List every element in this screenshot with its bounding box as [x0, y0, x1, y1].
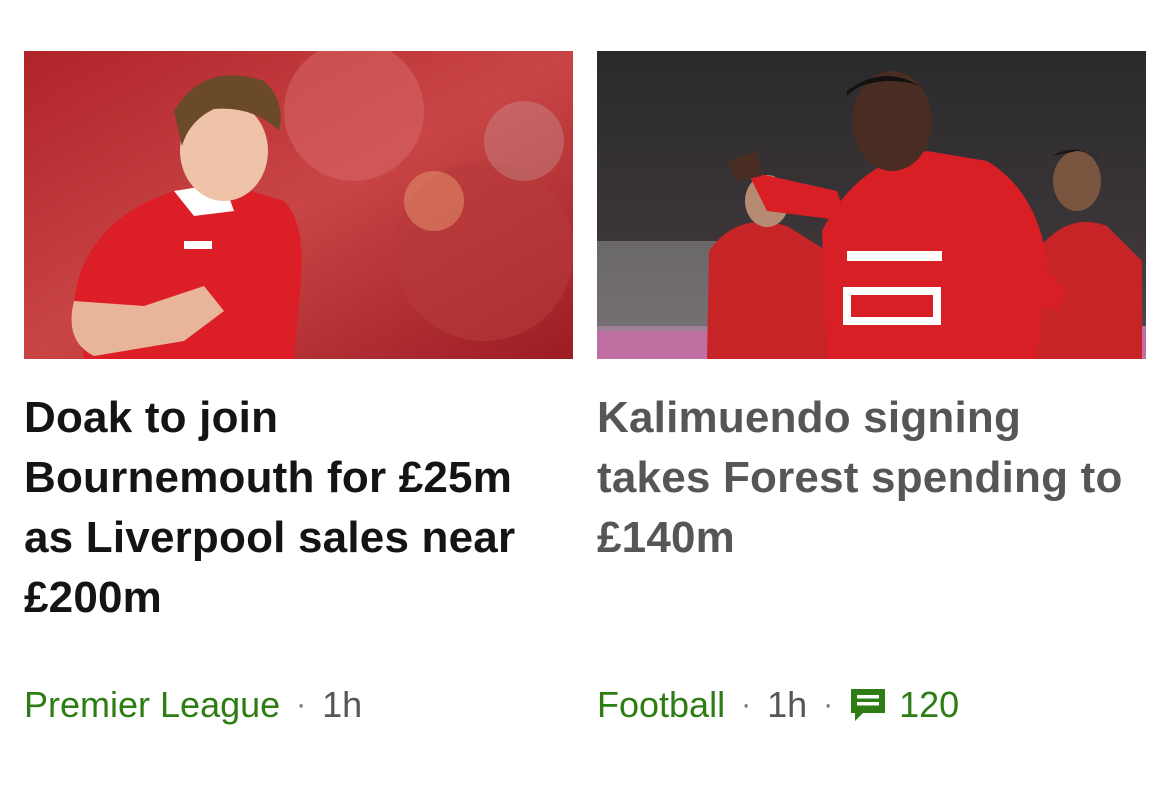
- story-image[interactable]: [597, 51, 1146, 359]
- meta-separator: ·: [823, 688, 834, 721]
- meta-separator: ·: [741, 688, 752, 721]
- comments-count: 120: [899, 684, 960, 725]
- comments-link[interactable]: 120: [849, 683, 959, 727]
- story-headline[interactable]: Doak to join Bournemouth for £25m as Liv…: [24, 388, 573, 628]
- timestamp: 1h: [322, 684, 363, 725]
- story-card[interactable]: Kalimuendo signing takes Forest spending…: [597, 51, 1146, 725]
- story-image[interactable]: [24, 51, 573, 359]
- section-link[interactable]: Football: [597, 683, 725, 727]
- story-card[interactable]: Doak to join Bournemouth for £25m as Liv…: [24, 51, 573, 725]
- story-meta: Premier League · 1h: [24, 683, 362, 727]
- meta-separator: ·: [296, 688, 307, 721]
- timestamp: 1h: [767, 684, 808, 725]
- section-link[interactable]: Premier League: [24, 683, 280, 727]
- story-meta: Football · 1h · 120: [597, 683, 959, 727]
- comment-icon: [851, 689, 886, 721]
- story-headline[interactable]: Kalimuendo signing takes Forest spending…: [597, 388, 1146, 568]
